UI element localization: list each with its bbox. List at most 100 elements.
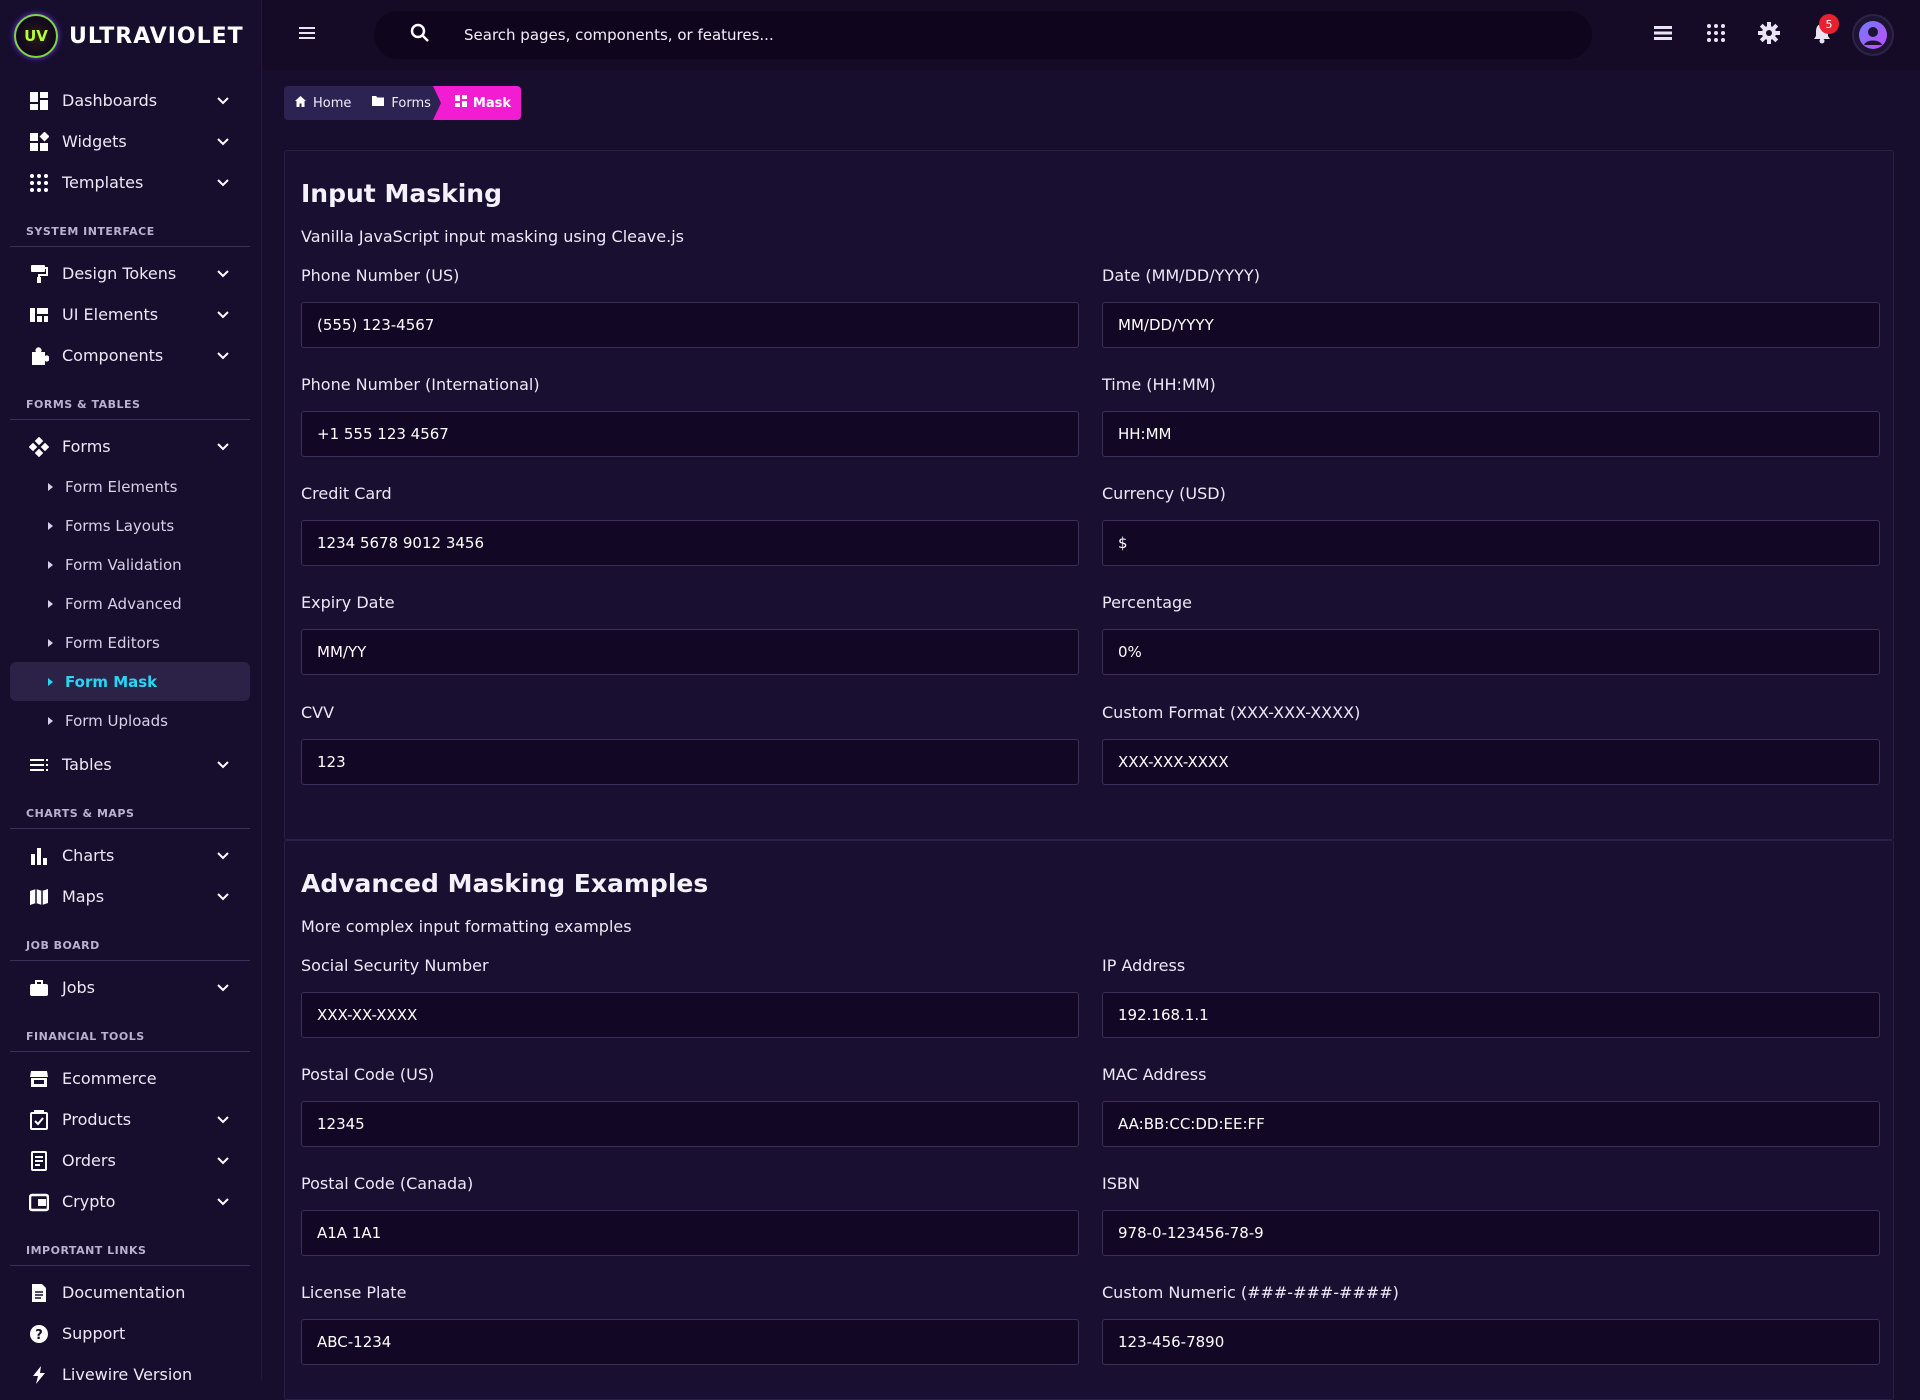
svg-text:?: ? <box>35 1328 43 1343</box>
sidebar-subitem-label: Form Advanced <box>65 594 182 613</box>
sidebar-item-documentation[interactable]: Documentation <box>10 1272 250 1313</box>
sidebar-item-tables[interactable]: Tables <box>10 744 250 785</box>
date-input[interactable] <box>1102 302 1880 348</box>
sidebar-item-templates[interactable]: Templates <box>10 162 250 203</box>
sidebar-item-design-tokens[interactable]: Design Tokens <box>10 253 250 294</box>
input-masking-card: Input Masking Vanilla JavaScript input m… <box>284 150 1894 840</box>
expiry-date-input[interactable] <box>301 629 1079 675</box>
sidebar-item-label: Widgets <box>62 132 127 151</box>
field-ssn: Social Security Number <box>301 956 1079 1038</box>
list-icon[interactable] <box>1652 22 1674 48</box>
mac-address-input[interactable] <box>1102 1101 1880 1147</box>
sidebar-item-widgets[interactable]: Widgets <box>10 121 250 162</box>
sidebar-subitem-form-elements[interactable]: Form Elements <box>10 467 250 506</box>
sidebar-subitem-form-mask[interactable]: Form Mask <box>10 662 250 701</box>
store-icon <box>28 1068 50 1090</box>
sidebar-item-dashboards[interactable]: Dashboards <box>10 80 250 121</box>
field-label: Date (MM/DD/YYYY) <box>1102 266 1260 285</box>
card-description: Vanilla JavaScript input masking using C… <box>301 227 684 246</box>
credit-card-input[interactable] <box>301 520 1079 566</box>
section-title: SYSTEM INTERFACE <box>10 203 250 247</box>
phone-us-input[interactable] <box>301 302 1079 348</box>
field-label: MAC Address <box>1102 1065 1207 1084</box>
field-label: Currency (USD) <box>1102 484 1226 503</box>
sidebar-subitem-form-uploads[interactable]: Form Uploads <box>10 701 250 740</box>
caret-right-icon <box>48 638 53 647</box>
forms-icon <box>28 436 50 458</box>
custom-format-input[interactable] <box>1102 739 1880 785</box>
sidebar-item-ui-elements[interactable]: UI Elements <box>10 294 250 335</box>
field-credit-card: Credit Card <box>301 484 1079 566</box>
sidebar-item-jobs[interactable]: Jobs <box>10 967 250 1008</box>
sidebar-item-forms[interactable]: Forms <box>10 426 250 467</box>
field-label: Phone Number (US) <box>301 266 460 285</box>
sidebar-item-label: Jobs <box>62 978 95 997</box>
sidebar-subitem-form-advanced[interactable]: Form Advanced <box>10 584 250 623</box>
postal-canada-input[interactable] <box>301 1210 1079 1256</box>
sidebar-item-ecommerce[interactable]: Ecommerce <box>10 1058 250 1099</box>
breadcrumb-home[interactable]: Home <box>284 86 361 120</box>
logo[interactable]: UV ULTRAVIOLET <box>14 14 244 58</box>
field-date: Date (MM/DD/YYYY) <box>1102 266 1880 348</box>
sidebar-item-label: Crypto <box>62 1192 116 1211</box>
chevron-down-icon <box>216 1153 230 1172</box>
field-isbn: ISBN <box>1102 1174 1880 1256</box>
avatar[interactable] <box>1852 14 1894 56</box>
sidebar-item-components[interactable]: Components <box>10 335 250 376</box>
chevron-down-icon <box>216 757 230 776</box>
percentage-input[interactable] <box>1102 629 1880 675</box>
sidebar-subitem-label: Form Mask <box>65 672 158 691</box>
sidebar-item-crypto[interactable]: Crypto <box>10 1181 250 1222</box>
puzzle-icon <box>28 345 50 367</box>
sidebar-item-label: Design Tokens <box>62 264 177 283</box>
search-bar <box>374 11 1592 59</box>
field-phone-intl: Phone Number (International) <box>301 375 1079 457</box>
field-label: ISBN <box>1102 1174 1140 1193</box>
search-icon[interactable] <box>410 23 430 47</box>
field-phone-us: Phone Number (US) <box>301 266 1079 348</box>
chevron-down-icon <box>216 889 230 908</box>
license-plate-input[interactable] <box>301 1319 1079 1365</box>
ip-address-input[interactable] <box>1102 992 1880 1038</box>
sidebar-subitem-forms-layouts[interactable]: Forms Layouts <box>10 506 250 545</box>
sidebar-item-charts[interactable]: Charts <box>10 835 250 876</box>
sidebar-item-support[interactable]: ? Support <box>10 1313 250 1354</box>
sidebar: UV ULTRAVIOLET Dashboards Widgets Templa… <box>0 0 262 1384</box>
postal-us-input[interactable] <box>301 1101 1079 1147</box>
topbar: 5 <box>262 0 1920 70</box>
wallet-icon <box>28 1191 50 1213</box>
section-title: FINANCIAL TOOLS <box>10 1008 250 1052</box>
sidebar-item-orders[interactable]: Orders <box>10 1140 250 1181</box>
sidebar-item-label: Tables <box>62 755 112 774</box>
ui-elements-icon <box>28 304 50 326</box>
sidebar-item-label: Livewire Version <box>62 1365 193 1384</box>
breadcrumb-forms[interactable]: Forms <box>361 86 441 120</box>
section-title: CHARTS & MAPS <box>10 785 250 829</box>
receipt-icon <box>28 1150 50 1172</box>
sidebar-subitem-form-editors[interactable]: Form Editors <box>10 623 250 662</box>
isbn-input[interactable] <box>1102 1210 1880 1256</box>
field-mac-address: MAC Address <box>1102 1065 1880 1147</box>
help-icon: ? <box>28 1323 50 1345</box>
field-label: Phone Number (International) <box>301 375 540 394</box>
caret-right-icon <box>48 560 53 569</box>
menu-icon[interactable] <box>298 24 316 46</box>
bar-chart-icon <box>28 845 50 867</box>
sidebar-subitem-form-validation[interactable]: Form Validation <box>10 545 250 584</box>
ssn-input[interactable] <box>301 992 1079 1038</box>
gear-icon[interactable] <box>1758 22 1780 48</box>
sidebar-item-products[interactable]: Products <box>10 1099 250 1140</box>
currency-input[interactable] <box>1102 520 1880 566</box>
field-time: Time (HH:MM) <box>1102 375 1880 457</box>
caret-right-icon <box>48 521 53 530</box>
phone-intl-input[interactable] <box>301 411 1079 457</box>
sidebar-item-label: Maps <box>62 887 105 906</box>
time-input[interactable] <box>1102 411 1880 457</box>
search-input[interactable] <box>464 26 1464 44</box>
custom-numeric-input[interactable] <box>1102 1319 1880 1365</box>
sidebar-item-livewire-version[interactable]: Livewire Version <box>10 1354 250 1395</box>
sidebar-item-maps[interactable]: Maps <box>10 876 250 917</box>
cvv-input[interactable] <box>301 739 1079 785</box>
field-label: Credit Card <box>301 484 392 503</box>
apps-grid-icon[interactable] <box>1705 22 1727 48</box>
